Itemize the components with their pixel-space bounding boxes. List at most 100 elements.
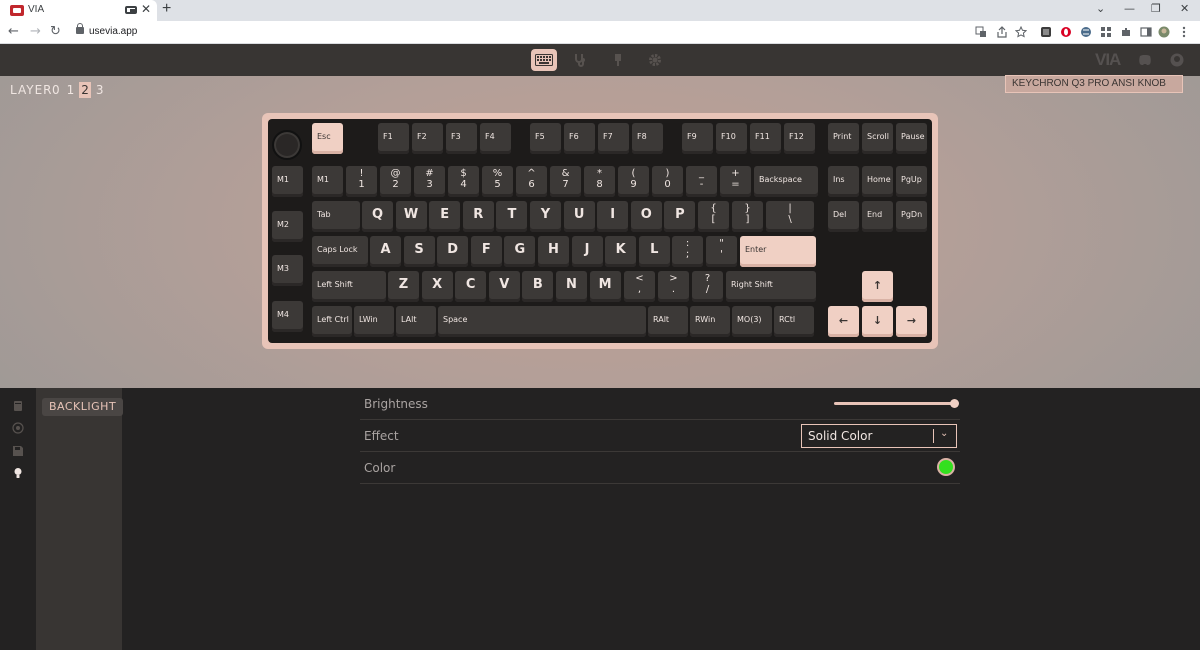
key-space[interactable]: Space (438, 306, 646, 337)
key-enter[interactable]: Enter (740, 236, 816, 267)
keymap-category-icon[interactable] (12, 400, 24, 412)
key-esc[interactable]: Esc (312, 123, 343, 154)
key-j[interactable]: J (571, 236, 603, 267)
key-f8[interactable]: F8 (632, 123, 663, 154)
key-f12[interactable]: F12 (784, 123, 815, 154)
layer-2-button[interactable]: 2 (79, 82, 91, 98)
key-num-sym[interactable]: + = (720, 166, 751, 197)
key-arrow-up[interactable]: ↑ (862, 271, 893, 302)
key-arrow-right[interactable]: → (896, 306, 927, 337)
key-insert[interactable]: Ins (828, 166, 859, 197)
github-icon[interactable] (1170, 53, 1184, 67)
key-i[interactable]: I (597, 201, 629, 232)
side-panel-icon[interactable] (1140, 26, 1152, 38)
key-f4[interactable]: F4 (480, 123, 511, 154)
key-y[interactable]: Y (530, 201, 561, 232)
key-sym-punct-1[interactable]: >. (658, 271, 689, 302)
key-v[interactable]: V (488, 271, 520, 302)
key-rwin[interactable]: RWin (690, 306, 730, 337)
keyboard-selector[interactable]: KEYCHRON Q3 PRO ANSI KNOB (1005, 75, 1183, 93)
key-h[interactable]: H (538, 236, 569, 267)
bookmark-star-icon[interactable] (1015, 26, 1027, 38)
key-sym-0[interactable]: {[ (698, 201, 729, 232)
key-num-sym[interactable]: _ - (686, 166, 717, 197)
key-m4[interactable]: M4 (272, 301, 303, 332)
macros-category-icon[interactable] (12, 422, 24, 434)
key-s[interactable]: S (403, 236, 435, 267)
tab-close-icon[interactable]: ✕ (141, 2, 151, 16)
kebab-menu-icon[interactable] (1178, 26, 1190, 38)
key-k[interactable]: K (605, 236, 637, 267)
minimize-button[interactable]: — (1124, 2, 1135, 15)
key-num-6[interactable]: ^ 6 (516, 166, 547, 197)
key-f11[interactable]: F11 (750, 123, 781, 154)
key-pause[interactable]: Pause (896, 123, 927, 154)
brightness-slider[interactable] (834, 399, 959, 408)
key-num-1[interactable]: ! 1 (346, 166, 377, 197)
key-sym-1[interactable]: }] (732, 201, 763, 232)
key-num-8[interactable]: * 8 (584, 166, 615, 197)
key-d[interactable]: D (437, 236, 469, 267)
key-num-4[interactable]: $4 (448, 166, 479, 197)
key-caps-lock[interactable]: Caps Lock (312, 236, 368, 267)
key-num-3[interactable]: #3 (414, 166, 445, 197)
key-tab[interactable]: Tab (312, 201, 360, 232)
key-sym-quote-1[interactable]: " ' (706, 236, 737, 267)
key-delete[interactable]: Del (828, 201, 859, 232)
profile-avatar-icon[interactable] (1158, 26, 1170, 38)
key-o[interactable]: O (630, 201, 662, 232)
chevron-down-icon[interactable]: ⌄ (1096, 2, 1105, 15)
key-f7[interactable]: F7 (598, 123, 629, 154)
globe-extension-icon[interactable] (1080, 26, 1092, 38)
key-w[interactable]: W (395, 201, 427, 232)
key-sym-quote-0[interactable]: :; (672, 236, 703, 267)
key-arrow-left[interactable]: ← (828, 306, 859, 337)
discord-icon[interactable] (1138, 53, 1152, 67)
key-f6[interactable]: F6 (564, 123, 595, 154)
back-button[interactable]: ← (8, 24, 19, 39)
key-n[interactable]: N (556, 271, 587, 302)
key-m2[interactable]: M2 (272, 211, 303, 242)
translate-icon[interactable] (975, 26, 987, 38)
key-q[interactable]: Q (362, 201, 393, 232)
key-backspace[interactable]: Backspace (754, 166, 818, 197)
key-p[interactable]: P (664, 201, 696, 232)
key-sym-punct-2[interactable]: ? / (692, 271, 723, 302)
picture-in-picture-icon[interactable] (125, 6, 137, 14)
key-x[interactable]: X (421, 271, 453, 302)
close-window-button[interactable]: ✕ (1180, 2, 1189, 15)
tab-design[interactable] (605, 49, 631, 71)
key-f5[interactable]: F5 (530, 123, 561, 154)
key-num-0[interactable]: ) 0 (652, 166, 683, 197)
key-lalt[interactable]: LAlt (396, 306, 436, 337)
key-f3[interactable]: F3 (446, 123, 477, 154)
key-lwin[interactable]: LWin (354, 306, 394, 337)
key-num-7[interactable]: & 7 (550, 166, 581, 197)
key-end[interactable]: End (862, 201, 893, 232)
color-picker-swatch[interactable] (937, 458, 955, 476)
key-a[interactable]: A (370, 236, 401, 267)
key-m3[interactable]: M3 (272, 255, 303, 286)
key-print[interactable]: Print (828, 123, 859, 154)
save-load-category-icon[interactable] (12, 445, 24, 457)
share-icon[interactable] (996, 26, 1008, 38)
puzzle-icon[interactable] (1120, 26, 1132, 38)
opera-extension-icon[interactable] (1060, 26, 1072, 38)
key-home[interactable]: Home (862, 166, 893, 197)
key-e[interactable]: E (429, 201, 461, 232)
layer-0-button[interactable]: 0 (50, 82, 62, 98)
lock-icon[interactable] (76, 23, 84, 34)
grid-extension-icon[interactable] (1100, 26, 1112, 38)
layer-1-button[interactable]: 1 (65, 82, 77, 98)
key-m1[interactable]: M1 (312, 166, 343, 197)
rotary-knob[interactable] (272, 130, 302, 160)
key-m1[interactable]: M1 (272, 166, 303, 197)
key-m[interactable]: M (589, 271, 621, 302)
key-arrow-down[interactable]: ↓ (862, 306, 893, 337)
key-u[interactable]: U (563, 201, 595, 232)
key-ralt[interactable]: RAlt (648, 306, 688, 337)
tab-configure[interactable] (531, 49, 557, 71)
key-f10[interactable]: F10 (716, 123, 747, 154)
backlight-menu-item[interactable]: BACKLIGHT (42, 398, 124, 416)
extension-dark-icon[interactable] (1040, 26, 1052, 38)
